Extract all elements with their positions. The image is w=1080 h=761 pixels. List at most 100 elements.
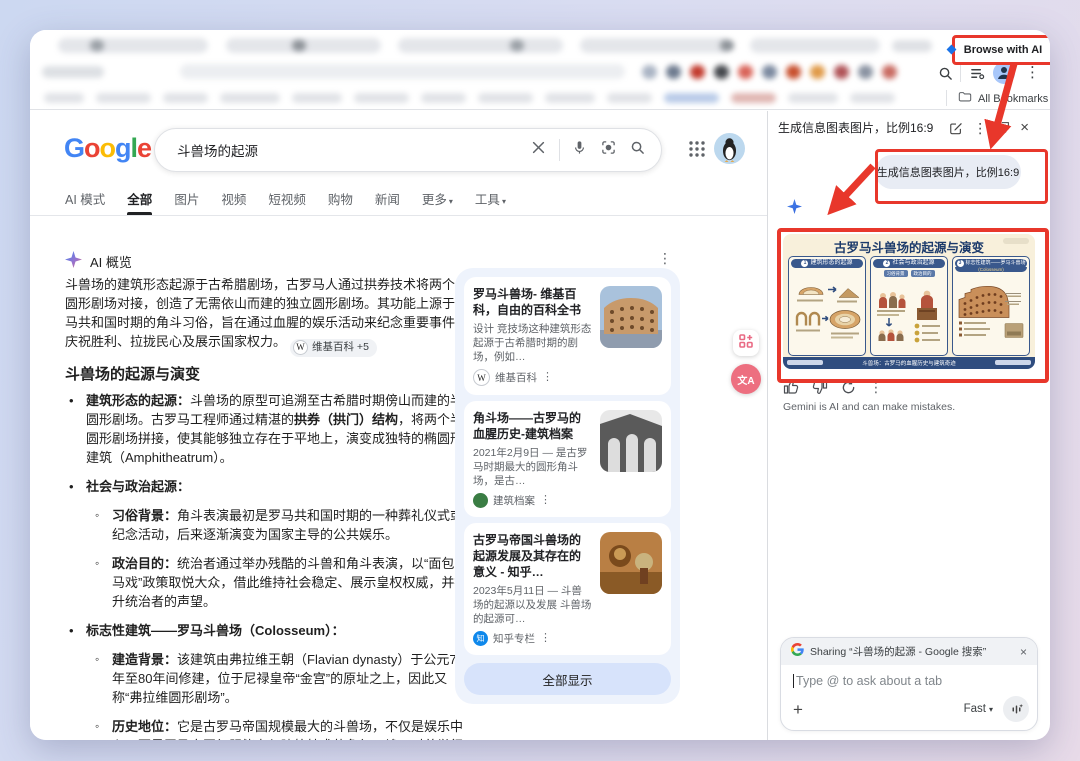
sharing-context-label: Sharing “斗兽场的起源 - Google 搜索”	[810, 644, 1014, 659]
blurred-favicon	[90, 40, 104, 51]
tab-all[interactable]: 全部	[127, 189, 152, 215]
card-title: 罗马斗兽场- 维基百科，自由的百科全书	[473, 286, 592, 318]
blurred-bookmark	[421, 93, 466, 103]
clear-search-icon[interactable]	[532, 141, 545, 159]
tab-shopping[interactable]: 购物	[328, 189, 353, 215]
infographic-title: 古罗马斗兽场的起源与演变	[783, 237, 1035, 256]
tab-images[interactable]: 图片	[174, 189, 199, 215]
infographic-footer: 斗兽场：古罗马的血腥历史与建筑奇迹	[783, 357, 1035, 369]
infographic-badge-politics: 政治目的	[911, 270, 935, 277]
blurred-favicon	[720, 40, 734, 51]
card-source: 维基百科	[495, 370, 537, 385]
profile-avatar-icon[interactable]	[993, 62, 1015, 89]
blurred-extension-icon	[690, 65, 705, 79]
thumbs-up-icon[interactable]	[783, 379, 799, 395]
list-item: •社会与政治起源：	[65, 477, 469, 496]
blurred-bookmark	[354, 93, 409, 103]
ai-spark-icon	[947, 45, 957, 55]
chat-placeholder: Type @ to ask about a tab	[796, 674, 942, 688]
blurred-extension-icon	[882, 65, 897, 79]
browse-with-ai-button[interactable]: Browse with AI	[952, 35, 1050, 65]
blurred-bookmark	[478, 93, 533, 103]
blurred-bookmark	[220, 93, 280, 103]
google-logo[interactable]: Google	[64, 133, 151, 164]
blurred-bookmark	[96, 93, 151, 103]
blurred-bookmark	[731, 93, 776, 103]
desktop-background: ⋮ All Bookmarks	[0, 0, 1080, 761]
source-card-jianzhu[interactable]: 角斗场——古罗马的血腥历史-建筑档案 2021年2月9日 — 是古罗马时期最大的…	[464, 401, 671, 517]
model-speed-selector[interactable]: Fast▾	[964, 703, 993, 715]
chat-composer: Sharing “斗兽场的起源 - Google 搜索” × Type @ to…	[780, 637, 1038, 731]
tab-videos[interactable]: 视频	[221, 189, 246, 215]
folder-icon	[958, 90, 972, 107]
card-title: 角斗场——古罗马的血腥历史-建筑档案	[473, 410, 592, 442]
card-menu-icon[interactable]: ⋮	[540, 633, 551, 644]
blurred-extension-icon	[762, 65, 777, 79]
ai-overview-paragraph: 斗兽场的建筑形态起源于古希腊剧场，古罗马人通过拱券技术将两个半圆形剧场对接，创造…	[65, 275, 469, 357]
ai-sparkle-icon	[65, 251, 82, 271]
blurred-favicon	[292, 40, 306, 51]
account-avatar[interactable]	[714, 133, 745, 169]
card-menu-icon[interactable]: ⋮	[540, 495, 551, 506]
infographic-footer-pill	[995, 360, 1031, 365]
blurred-bookmark	[545, 93, 595, 103]
overview-menu-icon[interactable]: ⋮	[658, 251, 672, 265]
overview-bullet-list: •建筑形态的起源：斗兽场的原型可追溯至古希腊时期傍山而建的半圆形剧场。古罗马工程…	[65, 391, 469, 740]
blurred-extension-icon	[858, 65, 873, 79]
blurred-extension-icon	[666, 65, 681, 79]
google-apps-grid-icon[interactable]	[688, 140, 706, 163]
open-in-window-icon[interactable]	[997, 121, 1010, 134]
side-search-icon[interactable]	[938, 66, 953, 86]
source-card-wikipedia[interactable]: 罗马斗兽场- 维基百科，自由的百科全书 设计 竞技场这种建筑形态起源于古希腊时期…	[464, 277, 671, 395]
response-menu-icon[interactable]: ⋮	[869, 380, 883, 394]
regenerate-icon[interactable]	[841, 380, 856, 395]
zhihu-icon: 知	[473, 631, 488, 646]
card-thumbnail-lion	[600, 532, 662, 594]
translate-extension-button[interactable]: 文A	[731, 364, 761, 394]
sidebar-menu-icon[interactable]: ⋮	[973, 121, 987, 135]
remove-context-icon[interactable]: ×	[1020, 645, 1027, 659]
gemini-sparkle-icon	[787, 199, 802, 219]
browse-with-ai-label: Browse with AI	[964, 44, 1042, 56]
ai-overview-header: AI 概览	[65, 251, 132, 271]
thumbs-down-icon[interactable]	[812, 379, 828, 395]
infographic-art-society	[873, 277, 945, 353]
tab-news[interactable]: 新闻	[375, 189, 400, 215]
source-card-zhihu[interactable]: 古罗马帝国斗兽场的起源发展及其存在的意义 - 知乎… 2023年5月11日 — …	[464, 523, 671, 655]
tab-ai-mode[interactable]: AI 模式	[65, 189, 105, 215]
infographic-footer-pill	[787, 360, 823, 365]
card-snippet: 2021年2月9日 — 是古罗马时期最大的圆形角斗场，是古…	[473, 446, 592, 488]
search-input[interactable]: 斗兽场的起源	[154, 128, 662, 172]
new-chat-icon[interactable]	[949, 121, 963, 135]
blurred-bookmark	[44, 93, 84, 103]
source-chip[interactable]: W维基百科 +5	[290, 339, 377, 357]
show-all-button[interactable]: 全部显示	[464, 663, 671, 695]
mic-icon[interactable]	[572, 140, 587, 160]
search-submit-icon[interactable]	[630, 140, 645, 160]
reading-list-icon[interactable]	[970, 66, 985, 86]
close-sidebar-icon[interactable]: ×	[1020, 119, 1029, 136]
extension-widget-button[interactable]	[733, 330, 759, 356]
browser-menu-icon[interactable]: ⋮	[1025, 65, 1040, 80]
card-menu-icon[interactable]: ⋮	[542, 372, 553, 383]
voice-input-button[interactable]	[1003, 696, 1029, 722]
chat-input[interactable]: Type @ to ask about a tab	[781, 665, 1037, 690]
list-item: •建筑形态的起源：斗兽场的原型可追溯至古希腊时期傍山而建的半圆形剧场。古罗马工程…	[65, 391, 469, 467]
blurred-bookmark	[163, 93, 208, 103]
all-bookmarks-label: All Bookmarks	[978, 93, 1048, 105]
tab-short-videos[interactable]: 短视频	[268, 189, 306, 215]
wikipedia-icon: W	[293, 340, 308, 355]
infographic-column-2: 2社会与政治起源 习俗背景 政治目的	[870, 256, 948, 356]
card-snippet: 2023年5月11日 — 斗兽场的起源以及发展 斗兽场的起源可…	[473, 584, 592, 626]
all-bookmarks-button[interactable]: All Bookmarks	[958, 90, 1048, 107]
generated-infographic-image[interactable]: 古罗马斗兽场的起源与演变 1建筑形态的起源	[783, 234, 1035, 369]
add-attachment-button[interactable]: +	[793, 701, 803, 718]
search-query-text: 斗兽场的起源	[177, 140, 532, 160]
tab-tools[interactable]: 工具▾	[475, 189, 506, 215]
search-divider	[559, 139, 560, 161]
overview-section-heading: 斗兽场的起源与演变	[65, 363, 200, 384]
infographic-column-1: 1建筑形态的起源	[788, 256, 866, 356]
infographic-art-architecture	[791, 268, 863, 353]
tab-more[interactable]: 更多▾	[422, 189, 453, 215]
google-lens-icon[interactable]	[601, 140, 616, 160]
